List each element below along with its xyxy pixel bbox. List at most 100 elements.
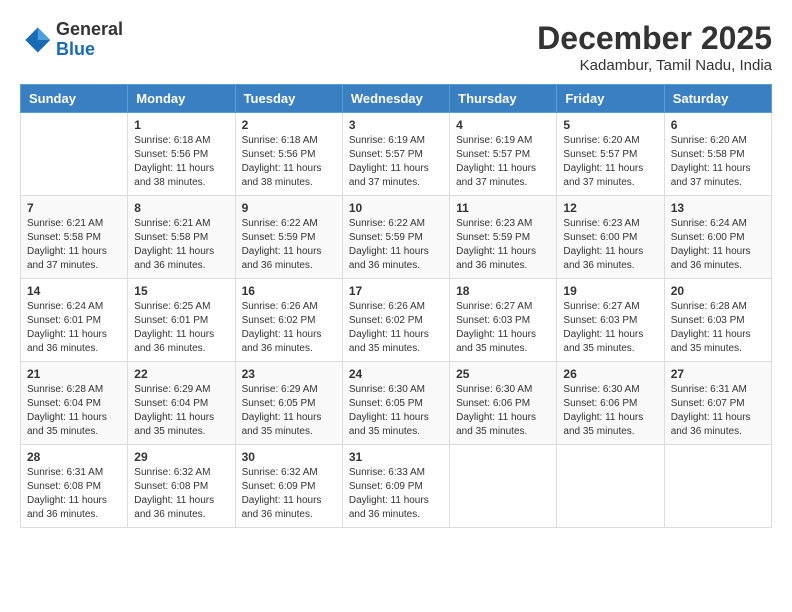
calendar-cell: 19Sunrise: 6:27 AM Sunset: 6:03 PM Dayli… — [557, 279, 664, 362]
day-number: 13 — [671, 201, 765, 215]
day-number: 14 — [27, 284, 121, 298]
day-info: Sunrise: 6:24 AM Sunset: 6:00 PM Dayligh… — [671, 217, 765, 273]
day-info: Sunrise: 6:22 AM Sunset: 5:59 PM Dayligh… — [349, 217, 443, 273]
day-info: Sunrise: 6:31 AM Sunset: 6:07 PM Dayligh… — [671, 383, 765, 439]
calendar-cell: 18 Sunrise: 6:27 AM Sunset: 6:03 PM Dayli… — [450, 279, 557, 362]
logo-blue-text: Blue — [56, 40, 123, 60]
page-header: General Blue December 2025 Kadambur, Tam… — [20, 20, 772, 74]
calendar-cell: 7 Sunrise: 6:21 AM Sunset: 5:58 PM Daylig… — [21, 196, 128, 279]
calendar-cell — [450, 445, 557, 528]
calendar-cell: 24 Sunrise: 6:30 AM Sunset: 6:05 PM Dayli… — [342, 362, 449, 445]
day-info: Sunrise: 6:24 AM Sunset: 6:01 PM Dayligh… — [27, 300, 121, 356]
calendar-week-4: 21 Sunrise: 6:28 AM Sunset: 6:04 PM Dayli… — [21, 362, 772, 445]
weekday-header-wednesday: Wednesday — [342, 85, 449, 113]
month-title: December 2025 — [537, 20, 772, 57]
logo-text: General Blue — [56, 20, 123, 60]
calendar-cell: 1 Sunrise: 6:18 AM Sunset: 5:56 PM Daylig… — [128, 113, 235, 196]
day-number: 31 — [349, 450, 443, 464]
calendar-cell: 27 Sunrise: 6:31 AM Sunset: 6:07 PM Dayli… — [664, 362, 771, 445]
logo: General Blue — [20, 20, 123, 60]
day-number: 10 — [349, 201, 443, 215]
day-info: Sunrise: 6:23 AM Sunset: 5:59 PM Dayligh… — [456, 217, 550, 273]
day-info: Sunrise: 6:27 AM Sunset: 6:03 PM Dayligh… — [456, 300, 550, 356]
day-number: 15 — [134, 284, 228, 298]
calendar-cell: 23Sunrise: 6:29 AM Sunset: 6:05 PM Dayli… — [235, 362, 342, 445]
day-number: 22 — [134, 367, 228, 381]
day-info: Sunrise: 6:32 AM Sunset: 6:08 PM Dayligh… — [134, 466, 228, 522]
day-number: 20 — [671, 284, 765, 298]
calendar-cell: 30Sunrise: 6:32 AM Sunset: 6:09 PM Dayli… — [235, 445, 342, 528]
location-text: Kadambur, Tamil Nadu, India — [537, 57, 772, 74]
day-number: 17 — [349, 284, 443, 298]
day-info: Sunrise: 6:20 AM Sunset: 5:58 PM Dayligh… — [671, 134, 765, 190]
day-number: 21 — [27, 367, 121, 381]
calendar-cell: 16Sunrise: 6:26 AM Sunset: 6:02 PM Dayli… — [235, 279, 342, 362]
day-number: 28 — [27, 450, 121, 464]
calendar-cell: 25 Sunrise: 6:30 AM Sunset: 6:06 PM Dayli… — [450, 362, 557, 445]
day-info: Sunrise: 6:26 AM Sunset: 6:02 PM Dayligh… — [349, 300, 443, 356]
calendar-cell: 20 Sunrise: 6:28 AM Sunset: 6:03 PM Dayli… — [664, 279, 771, 362]
calendar-cell — [664, 445, 771, 528]
day-number: 1 — [134, 118, 228, 132]
calendar-cell: 6 Sunrise: 6:20 AM Sunset: 5:58 PM Daylig… — [664, 113, 771, 196]
day-number: 18 — [456, 284, 550, 298]
day-number: 25 — [456, 367, 550, 381]
day-info: Sunrise: 6:27 AM Sunset: 6:03 PM Dayligh… — [563, 300, 657, 356]
day-number: 2 — [242, 118, 336, 132]
day-number: 3 — [349, 118, 443, 132]
calendar-cell: 13 Sunrise: 6:24 AM Sunset: 6:00 PM Dayli… — [664, 196, 771, 279]
calendar-cell: 4 Sunrise: 6:19 AM Sunset: 5:57 PM Daylig… — [450, 113, 557, 196]
logo-icon — [20, 24, 52, 56]
day-number: 6 — [671, 118, 765, 132]
day-info: Sunrise: 6:21 AM Sunset: 5:58 PM Dayligh… — [134, 217, 228, 273]
day-info: Sunrise: 6:18 AM Sunset: 5:56 PM Dayligh… — [242, 134, 336, 190]
day-number: 27 — [671, 367, 765, 381]
day-info: Sunrise: 6:20 AM Sunset: 5:57 PM Dayligh… — [563, 134, 657, 190]
calendar-cell: 2 Sunrise: 6:18 AM Sunset: 5:56 PM Daylig… — [235, 113, 342, 196]
day-number: 16 — [242, 284, 336, 298]
calendar-cell: 12 Sunrise: 6:23 AM Sunset: 6:00 PM Dayli… — [557, 196, 664, 279]
day-number: 5 — [563, 118, 657, 132]
calendar-cell: 11 Sunrise: 6:23 AM Sunset: 5:59 PM Dayli… — [450, 196, 557, 279]
day-number: 29 — [134, 450, 228, 464]
weekday-header-friday: Friday — [557, 85, 664, 113]
day-number: 7 — [27, 201, 121, 215]
weekday-header-sunday: Sunday — [21, 85, 128, 113]
calendar-week-5: 28Sunrise: 6:31 AM Sunset: 6:08 PM Dayli… — [21, 445, 772, 528]
day-info: Sunrise: 6:21 AM Sunset: 5:58 PM Dayligh… — [27, 217, 121, 273]
day-info: Sunrise: 6:33 AM Sunset: 6:09 PM Dayligh… — [349, 466, 443, 522]
weekday-header-saturday: Saturday — [664, 85, 771, 113]
calendar-cell: 21 Sunrise: 6:28 AM Sunset: 6:04 PM Dayli… — [21, 362, 128, 445]
weekday-header-thursday: Thursday — [450, 85, 557, 113]
day-number: 8 — [134, 201, 228, 215]
day-info: Sunrise: 6:28 AM Sunset: 6:03 PM Dayligh… — [671, 300, 765, 356]
day-number: 9 — [242, 201, 336, 215]
day-info: Sunrise: 6:28 AM Sunset: 6:04 PM Dayligh… — [27, 383, 121, 439]
day-info: Sunrise: 6:29 AM Sunset: 6:05 PM Dayligh… — [242, 383, 336, 439]
day-info: Sunrise: 6:23 AM Sunset: 6:00 PM Dayligh… — [563, 217, 657, 273]
calendar-week-3: 14 Sunrise: 6:24 AM Sunset: 6:01 PM Dayli… — [21, 279, 772, 362]
calendar-cell: 17 Sunrise: 6:26 AM Sunset: 6:02 PM Dayli… — [342, 279, 449, 362]
day-number: 30 — [242, 450, 336, 464]
day-number: 12 — [563, 201, 657, 215]
day-info: Sunrise: 6:30 AM Sunset: 6:06 PM Dayligh… — [456, 383, 550, 439]
day-info: Sunrise: 6:30 AM Sunset: 6:06 PM Dayligh… — [563, 383, 657, 439]
calendar-cell: 22Sunrise: 6:29 AM Sunset: 6:04 PM Dayli… — [128, 362, 235, 445]
day-number: 24 — [349, 367, 443, 381]
calendar-cell: 8 Sunrise: 6:21 AM Sunset: 5:58 PM Daylig… — [128, 196, 235, 279]
weekday-header-tuesday: Tuesday — [235, 85, 342, 113]
day-number: 4 — [456, 118, 550, 132]
day-number: 11 — [456, 201, 550, 215]
logo-general-text: General — [56, 20, 123, 40]
title-block: December 2025 Kadambur, Tamil Nadu, Indi… — [537, 20, 772, 74]
calendar-cell: 31 Sunrise: 6:33 AM Sunset: 6:09 PM Dayli… — [342, 445, 449, 528]
weekday-header-monday: Monday — [128, 85, 235, 113]
day-info: Sunrise: 6:19 AM Sunset: 5:57 PM Dayligh… — [456, 134, 550, 190]
day-info: Sunrise: 6:22 AM Sunset: 5:59 PM Dayligh… — [242, 217, 336, 273]
calendar-week-2: 7 Sunrise: 6:21 AM Sunset: 5:58 PM Daylig… — [21, 196, 772, 279]
day-info: Sunrise: 6:18 AM Sunset: 5:56 PM Dayligh… — [134, 134, 228, 190]
calendar-table: SundayMondayTuesdayWednesdayThursdayFrid… — [20, 84, 772, 528]
calendar-cell: 14 Sunrise: 6:24 AM Sunset: 6:01 PM Dayli… — [21, 279, 128, 362]
calendar-cell: 10 Sunrise: 6:22 AM Sunset: 5:59 PM Dayli… — [342, 196, 449, 279]
day-info: Sunrise: 6:30 AM Sunset: 6:05 PM Dayligh… — [349, 383, 443, 439]
